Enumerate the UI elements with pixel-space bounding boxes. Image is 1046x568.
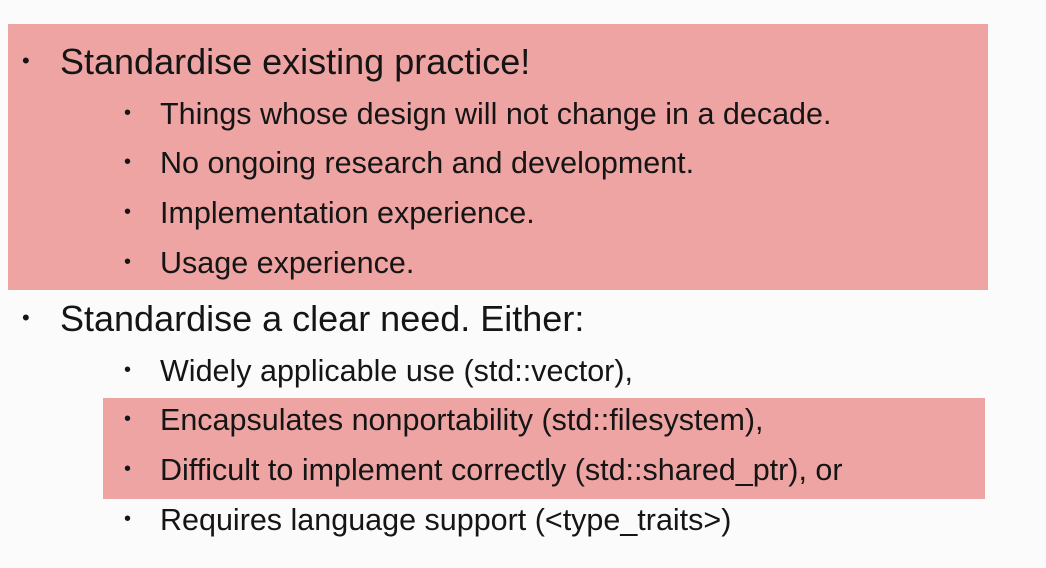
sub-bullet-text: Widely applicable use (std::vector), [160,354,633,388]
bullet-text: Standardise existing practice! [60,41,531,82]
bullet-glyph: • [124,508,132,530]
bullet-glyph: • [124,201,132,223]
sub-bullet-text: Difficult to implement correctly (std::s… [160,453,843,487]
sub-bullet-text: Implementation experience. [160,196,535,230]
bullet-glyph: • [124,151,132,173]
bullet-glyph: • [124,458,132,480]
bullet-glyph: • [124,359,132,381]
bullet-glyph: • [22,48,30,73]
sub-bullet-text: Requires language support (<type_traits>… [160,503,732,537]
bullet-glyph: • [22,305,30,330]
sub-bullet-text: No ongoing research and development. [160,146,695,180]
sub-bullet-text: Things whose design will not change in a… [160,97,832,131]
bullet-glyph: • [124,408,132,430]
sub-bullet-text: Usage experience. [160,246,415,280]
bullet-glyph: • [124,251,132,273]
sub-bullet-text: Encapsulates nonportability (std::filesy… [160,403,764,437]
bullet-glyph: • [124,102,132,124]
bullet-text: Standardise a clear need. Either: [60,298,585,339]
